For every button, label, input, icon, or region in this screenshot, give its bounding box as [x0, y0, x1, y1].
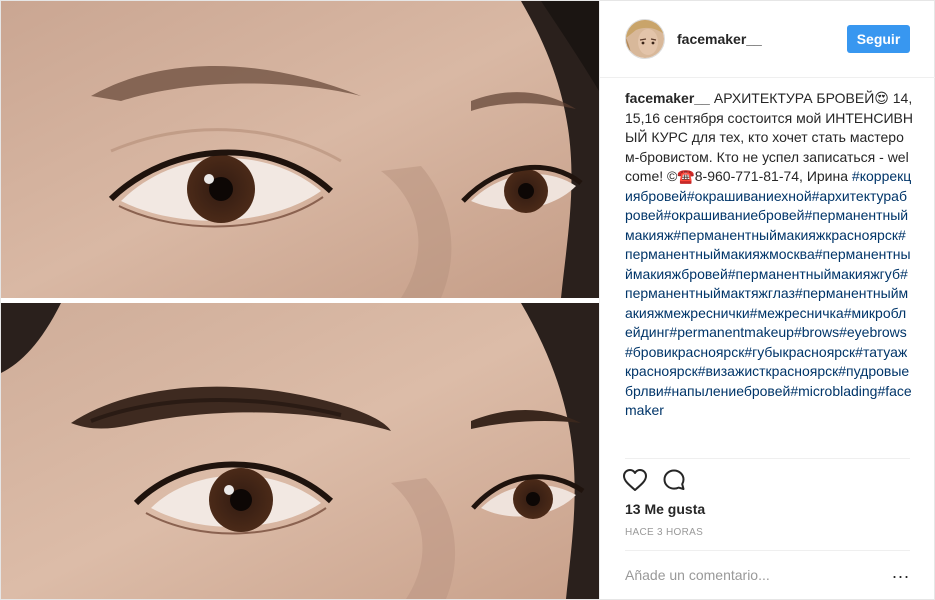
header-username[interactable]: facemaker__	[677, 31, 847, 47]
comment-input[interactable]	[625, 567, 890, 583]
before-eye-photo	[1, 1, 599, 298]
post-sidebar: facemaker__ Seguir facemaker__ АРХИТЕКТУР…	[600, 1, 935, 599]
post-timestamp[interactable]: HACE 3 HORAS	[625, 527, 703, 538]
caption-author[interactable]: facemaker__	[625, 90, 710, 106]
comment-bar: ...	[625, 550, 910, 599]
after-eye-photo	[1, 303, 599, 599]
comment-icon[interactable]	[662, 467, 696, 493]
post-actions	[622, 467, 702, 493]
post-media[interactable]	[1, 1, 600, 599]
avatar[interactable]	[625, 19, 665, 59]
follow-button[interactable]: Seguir	[847, 25, 910, 53]
post-header: facemaker__ Seguir	[600, 1, 935, 78]
post-dialog: facemaker__ Seguir facemaker__ АРХИТЕКТУР…	[0, 0, 935, 600]
actions-divider	[625, 458, 910, 459]
more-options-icon[interactable]: ...	[890, 563, 910, 583]
caption-hashtags[interactable]: #коррекциябровей#окрашиваниехной#архитек…	[625, 168, 912, 418]
likes-count[interactable]: 13 Me gusta	[625, 501, 705, 517]
post-caption: facemaker__ АРХИТЕКТУРА БРОВЕЙ😍 14,15,16 …	[625, 89, 913, 421]
heart-icon[interactable]	[622, 467, 656, 493]
